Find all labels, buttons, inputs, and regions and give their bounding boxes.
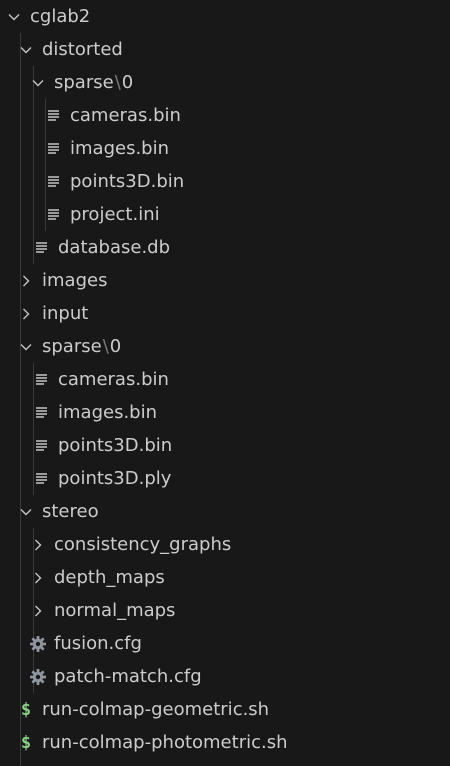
gear-icon — [28, 660, 48, 693]
folder-label: distorted — [42, 39, 123, 60]
file-label: run-colmap-geometric.sh — [42, 699, 270, 720]
chevron-right-icon[interactable] — [16, 264, 36, 297]
tree-folder-distorted[interactable]: distorted — [0, 33, 450, 66]
tree-file-fusion-cfg[interactable]: fusion.cfg — [0, 627, 450, 660]
file-label: cameras.bin — [58, 369, 169, 390]
tree-folder-normal-maps[interactable]: normal_maps — [0, 594, 450, 627]
tree-folder-depth-maps[interactable]: depth_maps — [0, 561, 450, 594]
chevron-right-icon[interactable] — [16, 297, 36, 330]
text-file-icon — [44, 99, 64, 132]
tree-folder-cglab2[interactable]: cglab2 — [0, 0, 450, 33]
text-file-icon — [44, 132, 64, 165]
tree-file-points3d-ply[interactable]: points3D.ply — [0, 462, 450, 495]
tree-file-points3d-bin[interactable]: points3D.bin — [0, 429, 450, 462]
text-file-icon — [44, 198, 64, 231]
file-label: fusion.cfg — [54, 633, 142, 654]
folder-suffix: 0 — [109, 336, 122, 357]
tree-file-images-bin[interactable]: images.bin — [0, 132, 450, 165]
text-file-icon — [32, 231, 52, 264]
tree-file-patch-match-cfg[interactable]: patch-match.cfg — [0, 660, 450, 693]
file-label: patch-match.cfg — [54, 666, 202, 687]
tree-folder-consistency-graphs[interactable]: consistency_graphs — [0, 528, 450, 561]
chevron-right-icon[interactable] — [28, 528, 48, 561]
folder-label: input — [42, 303, 89, 324]
file-label: points3D.bin — [70, 171, 185, 192]
dollar-icon: $ — [20, 732, 32, 753]
folder-label: images — [42, 270, 108, 291]
dollar-icon: $ — [20, 699, 32, 720]
file-explorer-tree: cglab2 distorted sparse\0 cameras.bin im… — [0, 0, 450, 766]
tree-folder-sparse[interactable]: sparse\0 — [0, 330, 450, 363]
tree-file-database-db[interactable]: database.db — [0, 231, 450, 264]
folder-label: sparse\0 — [54, 66, 133, 99]
folder-label: sparse\0 — [42, 330, 121, 363]
folder-label: normal_maps — [54, 600, 176, 621]
file-label: cameras.bin — [70, 105, 181, 126]
file-label: images.bin — [58, 402, 157, 423]
chevron-down-icon[interactable] — [16, 33, 36, 66]
tree-file-cameras-bin[interactable]: cameras.bin — [0, 363, 450, 396]
folder-name: sparse — [54, 72, 114, 93]
tree-file-points3d-bin[interactable]: points3D.bin — [0, 165, 450, 198]
text-file-icon — [44, 165, 64, 198]
tree-folder-stereo[interactable]: stereo — [0, 495, 450, 528]
file-label: images.bin — [70, 138, 169, 159]
chevron-down-icon[interactable] — [16, 495, 36, 528]
text-file-icon — [32, 396, 52, 429]
chevron-down-icon[interactable] — [4, 0, 24, 33]
folder-label: cglab2 — [30, 6, 91, 27]
tree-file-project-ini[interactable]: project.ini — [0, 198, 450, 231]
chevron-right-icon[interactable] — [28, 594, 48, 627]
text-file-icon — [32, 363, 52, 396]
chevron-right-icon[interactable] — [28, 561, 48, 594]
folder-name: sparse — [42, 336, 102, 357]
tree-file-run-colmap-photometric-sh[interactable]: $ run-colmap-photometric.sh — [0, 726, 450, 759]
file-label: run-colmap-photometric.sh — [42, 732, 288, 753]
file-label: project.ini — [70, 204, 160, 225]
tree-folder-distorted-sparse[interactable]: sparse\0 — [0, 66, 450, 99]
tree-file-images-bin[interactable]: images.bin — [0, 396, 450, 429]
folder-suffix: 0 — [121, 72, 134, 93]
text-file-icon — [32, 429, 52, 462]
tree-file-cameras-bin[interactable]: cameras.bin — [0, 99, 450, 132]
path-separator: \ — [102, 336, 109, 357]
gear-icon — [28, 627, 48, 660]
folder-label: stereo — [42, 501, 99, 522]
folder-label: depth_maps — [54, 567, 165, 588]
text-file-icon — [32, 462, 52, 495]
file-label: points3D.ply — [58, 468, 172, 489]
file-label: points3D.bin — [58, 435, 173, 456]
chevron-down-icon[interactable] — [16, 330, 36, 363]
file-label: database.db — [58, 237, 171, 258]
path-separator: \ — [114, 72, 121, 93]
folder-label: consistency_graphs — [54, 534, 232, 555]
tree-folder-images[interactable]: images — [0, 264, 450, 297]
tree-file-run-colmap-geometric-sh[interactable]: $ run-colmap-geometric.sh — [0, 693, 450, 726]
tree-folder-input[interactable]: input — [0, 297, 450, 330]
chevron-down-icon[interactable] — [28, 66, 48, 99]
